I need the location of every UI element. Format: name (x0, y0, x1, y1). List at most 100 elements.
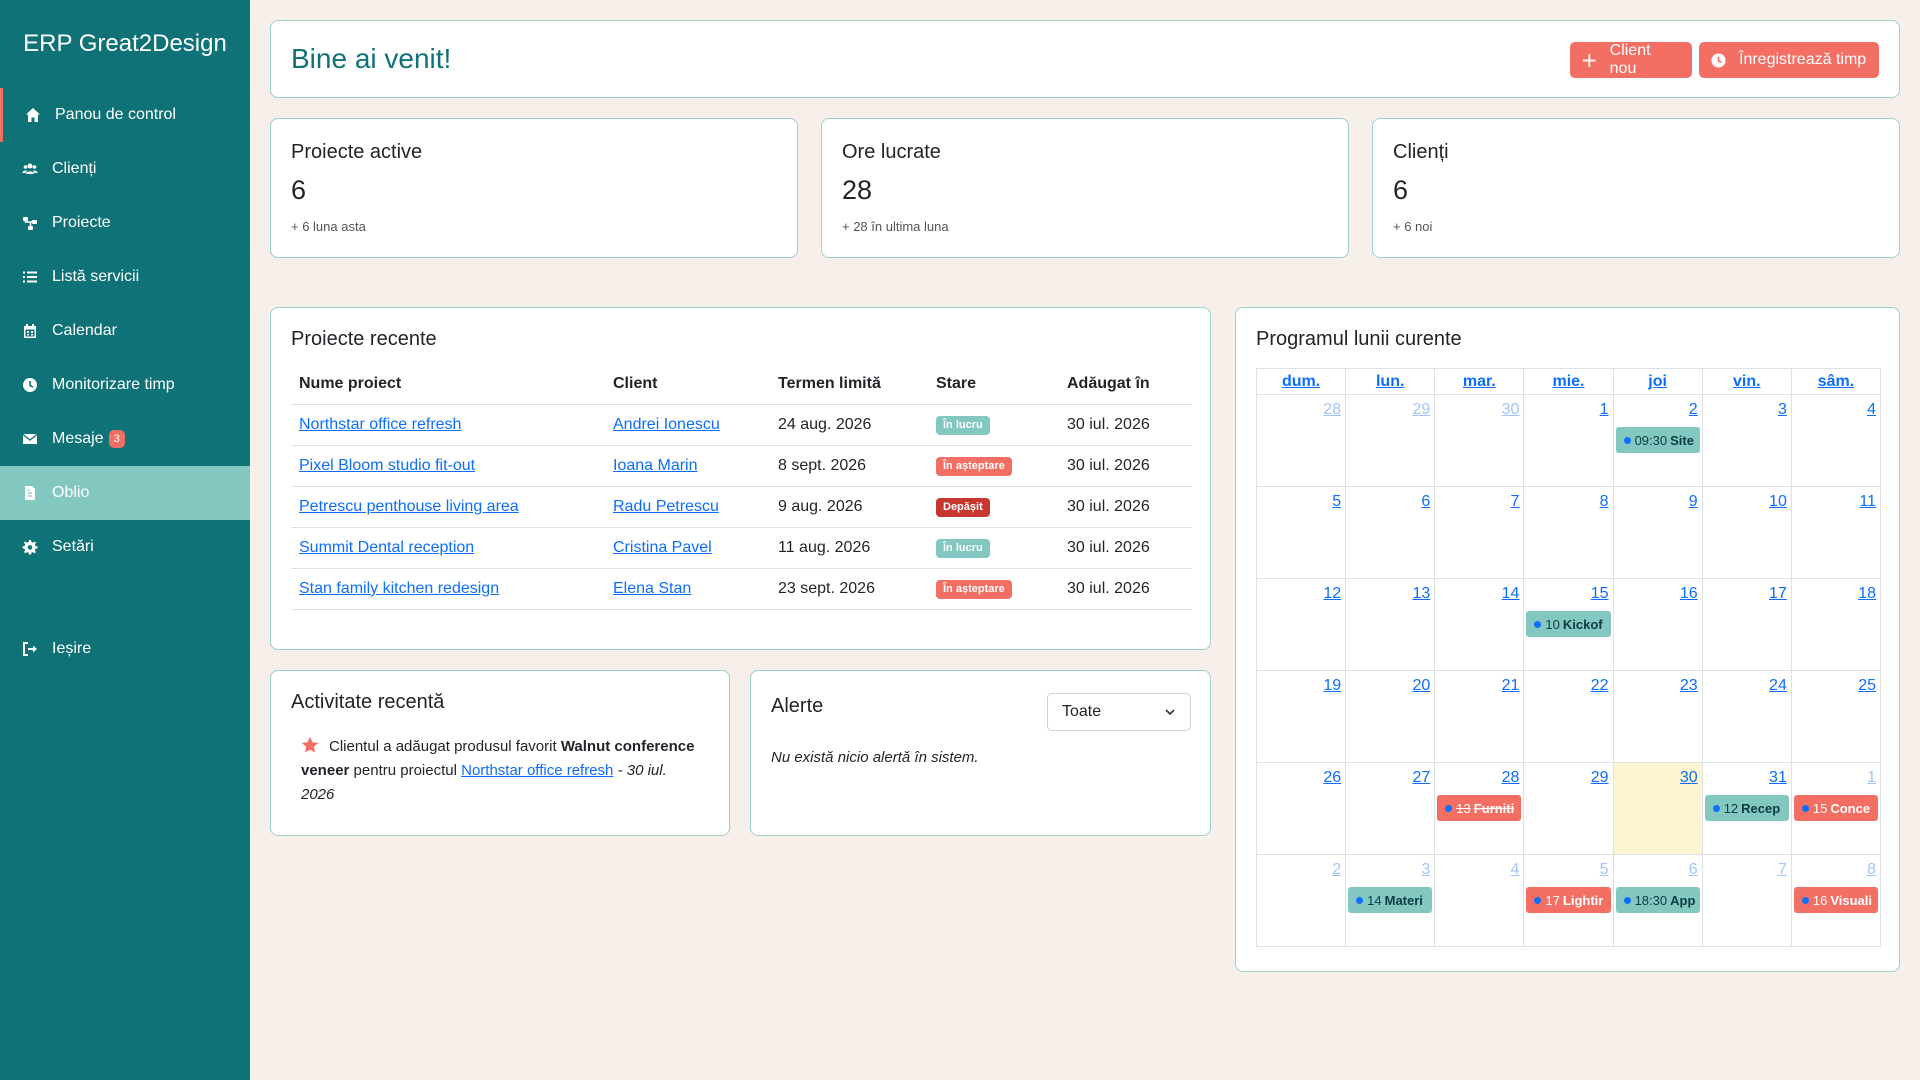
sidebar-item-calendar[interactable]: Calendar (0, 304, 250, 358)
calendar-day[interactable]: 29 (1345, 394, 1436, 487)
weekday-header[interactable]: mie. (1523, 368, 1614, 395)
calendar-day[interactable]: 23 (1612, 670, 1703, 763)
day-number-link[interactable]: 23 (1680, 677, 1698, 695)
calendar-day[interactable]: 27 (1345, 762, 1436, 855)
calendar-day[interactable]: 30 (1612, 762, 1703, 855)
calendar-day[interactable]: 8 16 Visuali (1790, 854, 1882, 947)
weekday-header[interactable]: sâm. (1790, 368, 1882, 395)
project-link[interactable]: Northstar office refresh (299, 416, 461, 433)
calendar-day[interactable]: 2 (1255, 854, 1347, 947)
day-number-link[interactable]: 7 (1511, 493, 1520, 511)
day-number-link[interactable]: 9 (1689, 493, 1698, 511)
client-link[interactable]: Cristina Pavel (613, 539, 712, 556)
day-number-link[interactable]: 28 (1502, 769, 1520, 787)
sidebar-item-logout[interactable]: Ieșire (0, 622, 250, 676)
calendar-day[interactable]: 10 (1701, 486, 1792, 579)
day-number-link[interactable]: 15 (1591, 585, 1609, 603)
weekday-header[interactable]: lun. (1345, 368, 1436, 395)
sidebar-item-time-tracking[interactable]: Monitorizare timp (0, 358, 250, 412)
new-client-button[interactable]: Client nou (1570, 42, 1692, 78)
calendar-day[interactable]: 3 (1701, 394, 1792, 487)
calendar-day[interactable]: 4 (1790, 394, 1882, 487)
day-number-link[interactable]: 2 (1689, 401, 1698, 419)
day-number-link[interactable]: 20 (1412, 677, 1430, 695)
client-link[interactable]: Radu Petrescu (613, 498, 719, 515)
day-number-link[interactable]: 1 (1867, 769, 1876, 787)
day-number-link[interactable]: 30 (1680, 769, 1698, 787)
day-number-link[interactable]: 22 (1591, 677, 1609, 695)
sidebar-item-clients[interactable]: Clienți (0, 142, 250, 196)
calendar-event[interactable]: 12 Recep (1704, 795, 1789, 821)
day-number-link[interactable]: 17 (1769, 585, 1787, 603)
calendar-day[interactable]: 31 12 Recep (1701, 762, 1792, 855)
day-number-link[interactable]: 4 (1867, 401, 1876, 419)
weekday-header[interactable]: vin. (1701, 368, 1792, 395)
day-number-link[interactable]: 13 (1412, 585, 1430, 603)
sidebar-item-oblio[interactable]: Oblio (0, 466, 250, 520)
calendar-day[interactable]: 22 (1523, 670, 1614, 763)
day-number-link[interactable]: 5 (1600, 861, 1609, 879)
day-number-link[interactable]: 21 (1502, 677, 1520, 695)
calendar-day[interactable]: 5 (1255, 486, 1347, 579)
day-number-link[interactable]: 31 (1769, 769, 1787, 787)
calendar-event[interactable]: 10 Kickof (1526, 611, 1611, 637)
day-number-link[interactable]: 3 (1778, 401, 1787, 419)
day-number-link[interactable]: 12 (1323, 585, 1341, 603)
calendar-day[interactable]: 19 (1255, 670, 1347, 763)
weekday-header[interactable]: joi (1612, 368, 1703, 395)
calendar-day[interactable]: 12 (1255, 578, 1347, 671)
calendar-day[interactable]: 16 (1612, 578, 1703, 671)
calendar-day[interactable]: 17 (1701, 578, 1792, 671)
calendar-day[interactable]: 25 (1790, 670, 1882, 763)
alerts-filter-select[interactable]: Toate (1047, 693, 1191, 731)
calendar-day[interactable]: 4 (1434, 854, 1525, 947)
calendar-event[interactable]: 17 Lightir (1526, 887, 1611, 913)
day-number-link[interactable]: 5 (1332, 493, 1341, 511)
project-link[interactable]: Stan family kitchen redesign (299, 580, 499, 597)
weekday-header[interactable]: mar. (1434, 368, 1525, 395)
calendar-day[interactable]: 8 (1523, 486, 1614, 579)
calendar-day[interactable]: 20 (1345, 670, 1436, 763)
day-number-link[interactable]: 25 (1858, 677, 1876, 695)
calendar-day[interactable]: 24 (1701, 670, 1792, 763)
day-number-link[interactable]: 18 (1858, 585, 1876, 603)
calendar-day[interactable]: 1 (1523, 394, 1614, 487)
day-number-link[interactable]: 8 (1867, 861, 1876, 879)
calendar-day[interactable]: 18 (1790, 578, 1882, 671)
calendar-day[interactable]: 1 15 Conce (1790, 762, 1882, 855)
calendar-event[interactable]: 16 Visuali (1793, 887, 1878, 913)
day-number-link[interactable]: 27 (1412, 769, 1430, 787)
calendar-event[interactable]: 18:30 App (1615, 887, 1700, 913)
day-number-link[interactable]: 10 (1769, 493, 1787, 511)
day-number-link[interactable]: 29 (1591, 769, 1609, 787)
day-number-link[interactable]: 30 (1502, 401, 1520, 419)
day-number-link[interactable]: 19 (1323, 677, 1341, 695)
project-link[interactable]: Summit Dental reception (299, 539, 474, 556)
day-number-link[interactable]: 16 (1680, 585, 1698, 603)
calendar-event[interactable]: 14 Materi (1348, 887, 1433, 913)
calendar-day[interactable]: 7 (1434, 486, 1525, 579)
calendar-day[interactable]: 11 (1790, 486, 1882, 579)
sidebar-item-dashboard[interactable]: Panou de control (0, 88, 250, 142)
project-link[interactable]: Petrescu penthouse living area (299, 498, 519, 515)
day-number-link[interactable]: 1 (1600, 401, 1609, 419)
calendar-day[interactable]: 29 (1523, 762, 1614, 855)
day-number-link[interactable]: 11 (1859, 493, 1876, 511)
calendar-day[interactable]: 13 (1345, 578, 1436, 671)
calendar-day[interactable]: 2 09:30 Site (1612, 394, 1703, 487)
day-number-link[interactable]: 6 (1421, 493, 1430, 511)
day-number-link[interactable]: 29 (1412, 401, 1430, 419)
day-number-link[interactable]: 24 (1769, 677, 1787, 695)
activity-project-link[interactable]: Northstar office refresh (461, 762, 613, 779)
calendar-event[interactable]: 15 Conce (1793, 795, 1878, 821)
calendar-day[interactable]: 28 13 Furniti (1434, 762, 1525, 855)
client-link[interactable]: Andrei Ionescu (613, 416, 720, 433)
calendar-event[interactable]: 09:30 Site (1615, 427, 1700, 453)
day-number-link[interactable]: 4 (1511, 861, 1520, 879)
calendar-day[interactable]: 14 (1434, 578, 1525, 671)
day-number-link[interactable]: 8 (1600, 493, 1609, 511)
calendar-day[interactable]: 6 (1345, 486, 1436, 579)
calendar-day[interactable]: 26 (1255, 762, 1347, 855)
day-number-link[interactable]: 7 (1778, 861, 1787, 879)
calendar-day[interactable]: 9 (1612, 486, 1703, 579)
